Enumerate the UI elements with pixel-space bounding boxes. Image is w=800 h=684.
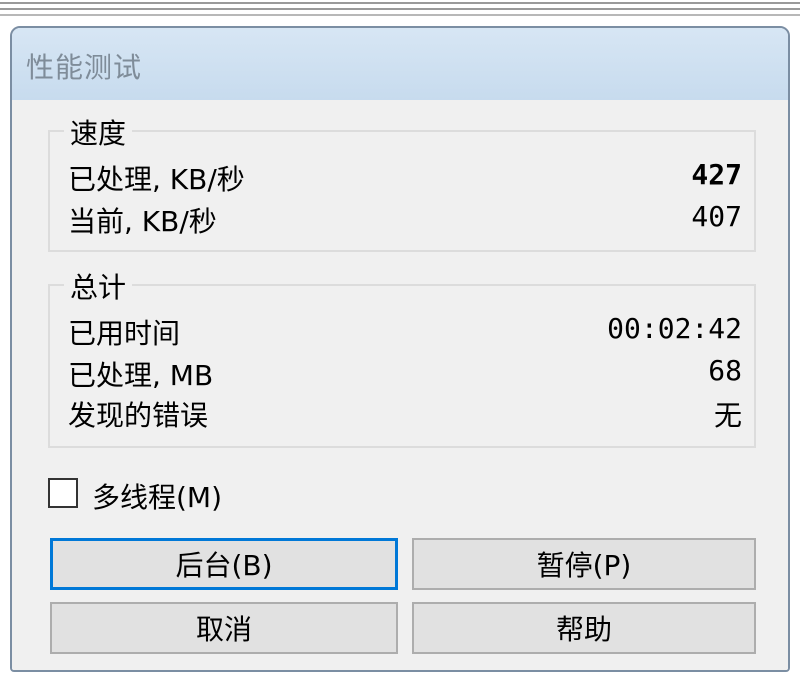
processed-mb-value: 68 (708, 354, 742, 387)
speed-processed-value: 427 (691, 158, 742, 191)
pause-button[interactable]: 暂停(P) (412, 538, 756, 590)
cancel-button[interactable]: 取消 (50, 602, 398, 654)
dialog-title: 性能测试 (26, 51, 143, 84)
total-group: 总计 已用时间 00:02:42 已处理, MB 68 发现的错误 无 (48, 266, 756, 448)
errors-found-label: 发现的错误 (68, 399, 209, 432)
speed-processed-row: 已处理, KB/秒 427 (68, 158, 742, 196)
elapsed-time-value: 00:02:42 (607, 312, 742, 345)
background-button[interactable]: 后台(B) (50, 538, 398, 590)
errors-found-row: 发现的错误 无 (68, 394, 742, 432)
title-bar[interactable]: 性能测试 (12, 28, 788, 101)
speed-group: 速度 已处理, KB/秒 427 当前, KB/秒 407 (48, 112, 756, 252)
elapsed-time-label: 已用时间 (68, 317, 181, 350)
multithread-label[interactable]: 多线程(M) (92, 476, 222, 516)
speed-current-row: 当前, KB/秒 407 (68, 200, 742, 238)
help-button[interactable]: 帮助 (412, 602, 756, 654)
speed-current-label: 当前, KB/秒 (68, 205, 217, 238)
dialog-content: 速度 已处理, KB/秒 427 当前, KB/秒 407 总计 已用时间 00… (12, 100, 788, 670)
total-group-legend: 总计 (64, 266, 133, 306)
errors-found-value: 无 (713, 399, 742, 432)
multithread-checkbox[interactable] (48, 478, 78, 508)
speed-processed-label: 已处理, KB/秒 (68, 163, 245, 196)
background-window-edge (0, 0, 800, 20)
speed-group-legend: 速度 (64, 112, 133, 152)
elapsed-time-row: 已用时间 00:02:42 (68, 312, 742, 350)
benchmark-dialog: 性能测试 速度 已处理, KB/秒 427 当前, KB/秒 407 总计 已用… (10, 26, 790, 672)
speed-current-value: 407 (691, 200, 742, 233)
processed-mb-row: 已处理, MB 68 (68, 354, 742, 392)
processed-mb-label: 已处理, MB (68, 359, 214, 392)
